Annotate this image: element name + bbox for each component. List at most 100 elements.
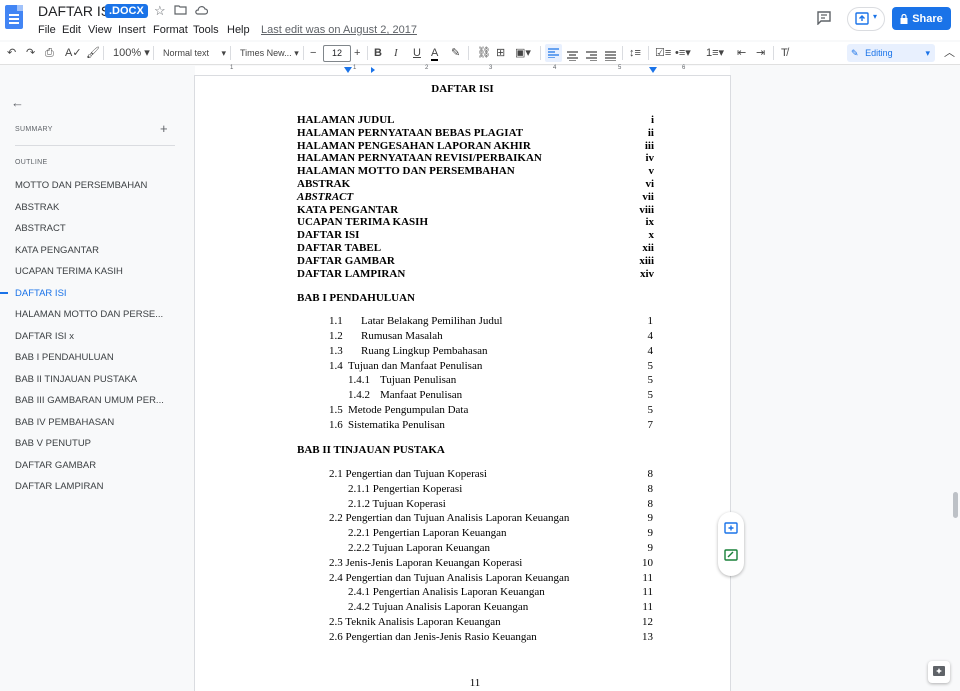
menu-edit[interactable]: Edit xyxy=(62,24,81,36)
toc-entry-page: 8 xyxy=(647,468,654,480)
align-left-icon[interactable] xyxy=(545,44,562,62)
document-page[interactable]: DAFTAR ISI HALAMAN JUDUL i HALAMAN PERNYAT… xyxy=(195,76,730,691)
outline-item[interactable]: BAB IV PEMBAHASAN xyxy=(15,417,114,428)
outline-item[interactable]: BAB I PENDAHULUAN xyxy=(15,352,114,363)
star-icon[interactable]: ☆ xyxy=(154,3,166,19)
toc-entry-page: 1 xyxy=(647,315,654,327)
spellcheck-icon[interactable]: A✓ xyxy=(65,44,82,62)
numbered-list-icon[interactable]: 1≡▾ xyxy=(706,44,724,62)
toc-entry-number: 1.5 xyxy=(329,404,343,416)
toc-entry-title: KATA PENGANTAR xyxy=(297,203,399,216)
font-size-input[interactable]: 12 xyxy=(323,45,351,62)
editing-mode-select[interactable]: ✎ Editing ▾ xyxy=(847,44,935,62)
toc-entry-title: HALAMAN PENGESAHAN LAPORAN AKHIR xyxy=(297,139,531,152)
explore-button[interactable] xyxy=(928,661,950,683)
toc-entry-title: Sistematika Penulisan xyxy=(348,419,445,431)
toc-entry-page: 9 xyxy=(647,542,654,554)
outline-heading: OUTLINE xyxy=(15,159,48,166)
present-button[interactable]: ▾ xyxy=(847,7,885,31)
toc-entry-number: 1.4.2 xyxy=(348,389,370,401)
horizontal-ruler[interactable]: 1 1 2 3 4 5 6 xyxy=(195,65,730,76)
toolbar-divider xyxy=(367,46,368,60)
outline-item[interactable]: DAFTAR LAMPIRAN xyxy=(15,481,104,492)
scrollbar-thumb[interactable] xyxy=(953,492,958,518)
paint-format-icon[interactable]: 🖌 xyxy=(86,44,100,62)
align-right-icon[interactable] xyxy=(586,48,597,66)
outline-item[interactable]: DAFTAR GAMBAR xyxy=(15,460,96,471)
add-summary-icon[interactable]: + xyxy=(160,121,168,136)
toc-entry-title: Latar Belakang Pemilihan Judul xyxy=(361,315,503,327)
outline-item[interactable]: BAB III GAMBARAN UMUM PER... xyxy=(15,395,164,406)
toc-entry-page: xiv xyxy=(639,267,654,280)
toc-entry-title: HALAMAN JUDUL xyxy=(297,114,395,126)
suggest-edit-icon[interactable] xyxy=(724,549,738,563)
collapse-menus-icon[interactable]: ︿ xyxy=(944,44,955,62)
add-comment-icon[interactable] xyxy=(724,522,738,536)
page-number: 11 xyxy=(469,677,481,689)
document-title[interactable]: DAFTAR ISI xyxy=(38,3,114,19)
menu-help[interactable]: Help xyxy=(227,24,250,36)
docs-logo-icon[interactable] xyxy=(5,5,23,29)
toc-entry-title: 2.1 Pengertian dan Tujuan Koperasi xyxy=(329,468,487,480)
outline-item[interactable]: DAFTAR ISI xyxy=(15,288,67,299)
toolbar-divider xyxy=(103,46,104,60)
checklist-icon[interactable]: ☑≡ xyxy=(655,44,671,62)
increase-font-size-button[interactable]: + xyxy=(354,44,360,62)
link-icon[interactable]: ⛓ xyxy=(477,44,491,62)
back-arrow-icon[interactable]: ← xyxy=(11,95,24,110)
decrease-indent-icon[interactable]: ⇤ xyxy=(737,44,746,62)
decrease-font-size-button[interactable]: − xyxy=(310,44,316,62)
menu-insert[interactable]: Insert xyxy=(118,24,146,36)
outline-item[interactable]: MOTTO DAN PERSEMBAHAN xyxy=(15,180,147,191)
underline-icon[interactable]: U xyxy=(413,44,421,62)
text-color-icon[interactable]: A xyxy=(431,44,439,62)
undo-icon[interactable]: ↶ xyxy=(7,44,16,62)
bulleted-list-icon[interactable]: •≡▾ xyxy=(675,44,691,62)
toc-entry-page: vi xyxy=(645,178,654,190)
last-edit-link[interactable]: Last edit was on August 2, 2017 xyxy=(261,24,417,36)
outline-item[interactable]: HALAMAN MOTTO DAN PERSE... xyxy=(15,309,163,320)
toolbar-divider xyxy=(648,46,649,60)
indent-marker[interactable] xyxy=(344,67,352,73)
menu-tools[interactable]: Tools xyxy=(193,24,219,36)
outline-item[interactable]: DAFTAR ISI x xyxy=(15,331,74,342)
move-folder-icon[interactable] xyxy=(174,3,187,18)
justify-icon[interactable] xyxy=(605,48,616,66)
menu-file[interactable]: File xyxy=(38,24,56,36)
cloud-status-icon[interactable] xyxy=(194,3,209,18)
menu-format[interactable]: Format xyxy=(153,24,188,36)
redo-icon[interactable]: ↷ xyxy=(26,44,35,62)
increase-indent-icon[interactable]: ⇥ xyxy=(756,44,765,62)
share-button[interactable]: Share xyxy=(892,7,951,30)
outline-item[interactable]: UCAPAN TERIMA KASIH xyxy=(15,266,123,277)
toc-entry-page: 11 xyxy=(642,601,653,614)
print-icon[interactable]: ⎙ xyxy=(45,44,54,62)
comment-history-icon[interactable] xyxy=(816,10,832,30)
toc-entry-page: 4 xyxy=(647,345,654,357)
outline-item[interactable]: ABSTRACT xyxy=(15,223,66,234)
right-indent-marker[interactable] xyxy=(649,67,657,73)
toc-entry-page: ix xyxy=(645,216,654,229)
bold-icon[interactable]: B xyxy=(374,44,382,62)
add-comment-icon[interactable]: ⊞ xyxy=(496,44,505,62)
insert-image-icon[interactable]: ▣▾ xyxy=(515,44,531,62)
toc-entry-page: iv xyxy=(645,152,654,165)
chevron-down-icon: ▾ xyxy=(925,48,930,58)
toc-entry-page: 5 xyxy=(647,374,654,386)
zoom-select[interactable]: 100% ▾ xyxy=(113,44,150,62)
toc-entry-number: 1.6 xyxy=(329,419,343,431)
file-format-badge: .DOCX xyxy=(105,4,148,18)
style-select[interactable]: Normal text ▾ xyxy=(163,44,226,62)
outline-item[interactable]: BAB V PENUTUP xyxy=(15,438,91,449)
menu-view[interactable]: View xyxy=(88,24,112,36)
outline-item[interactable]: ABSTRAK xyxy=(15,202,59,213)
outline-item[interactable]: BAB II TINJAUAN PUSTAKA xyxy=(15,374,137,385)
align-center-icon[interactable] xyxy=(567,48,578,66)
clear-formatting-icon[interactable]: T̸ xyxy=(781,44,788,62)
line-spacing-icon[interactable]: ↕≡ xyxy=(629,44,641,62)
highlight-icon[interactable]: ✎ xyxy=(451,44,460,62)
font-select[interactable]: Times New... ▾ xyxy=(240,44,299,62)
italic-icon[interactable]: I xyxy=(394,44,398,62)
outline-item[interactable]: KATA PENGANTAR xyxy=(15,245,99,256)
tab-stop-marker[interactable] xyxy=(371,67,375,73)
